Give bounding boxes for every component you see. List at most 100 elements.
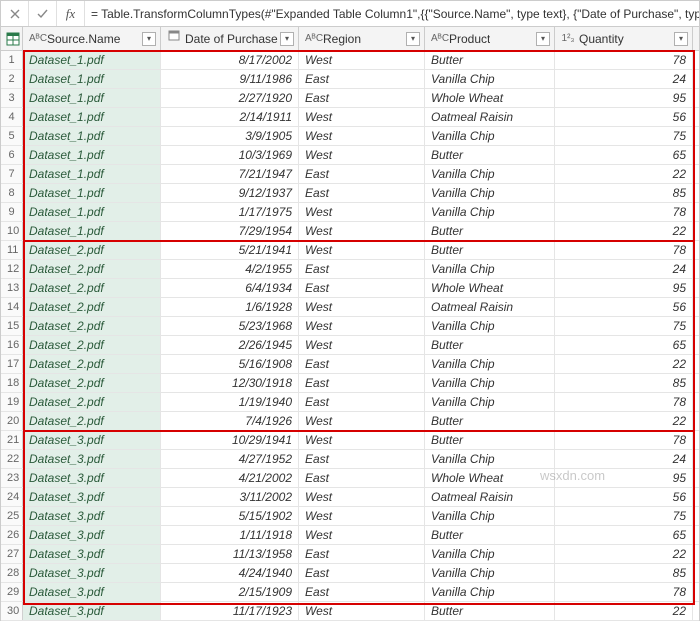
cell-source[interactable]: Dataset_1.pdf <box>23 184 161 202</box>
row-number[interactable]: 21 <box>1 431 23 449</box>
formula-cancel-button[interactable] <box>1 1 29 26</box>
row-number[interactable]: 20 <box>1 412 23 430</box>
cell-source[interactable]: Dataset_1.pdf <box>23 165 161 183</box>
row-number[interactable]: 3 <box>1 89 23 107</box>
cell-source[interactable]: Dataset_2.pdf <box>23 336 161 354</box>
table-row[interactable]: 20Dataset_2.pdf7/4/1926WestButter22 <box>1 412 699 431</box>
table-row[interactable]: 3Dataset_1.pdf2/27/1920EastWhole Wheat95 <box>1 89 699 108</box>
cell-date[interactable]: 7/29/1954 <box>161 222 299 240</box>
table-row[interactable]: 21Dataset_3.pdf10/29/1941WestButter78 <box>1 431 699 450</box>
cell-product[interactable]: Whole Wheat <box>425 279 555 297</box>
cell-region[interactable]: West <box>299 317 425 335</box>
row-number[interactable]: 19 <box>1 393 23 411</box>
cell-date[interactable]: 11/17/1923 <box>161 602 299 620</box>
cell-date[interactable]: 4/27/1952 <box>161 450 299 468</box>
cell-date[interactable]: 1/6/1928 <box>161 298 299 316</box>
cell-product[interactable]: Butter <box>425 602 555 620</box>
column-header-source[interactable]: AᴮC Source.Name ▾ <box>23 27 161 50</box>
cell-product[interactable]: Vanilla Chip <box>425 184 555 202</box>
filter-button[interactable]: ▾ <box>280 32 294 46</box>
cell-source[interactable]: Dataset_3.pdf <box>23 431 161 449</box>
row-number[interactable]: 6 <box>1 146 23 164</box>
row-number[interactable]: 9 <box>1 203 23 221</box>
filter-button[interactable]: ▾ <box>536 32 550 46</box>
cell-date[interactable]: 5/21/1941 <box>161 241 299 259</box>
cell-date[interactable]: 7/4/1926 <box>161 412 299 430</box>
cell-source[interactable]: Dataset_2.pdf <box>23 298 161 316</box>
cell-quantity[interactable]: 22 <box>555 602 693 620</box>
cell-quantity[interactable]: 22 <box>555 545 693 563</box>
cell-quantity[interactable]: 24 <box>555 450 693 468</box>
table-row[interactable]: 28Dataset_3.pdf4/24/1940EastVanilla Chip… <box>1 564 699 583</box>
cell-product[interactable]: Butter <box>425 431 555 449</box>
cell-product[interactable]: Whole Wheat <box>425 89 555 107</box>
cell-quantity[interactable]: 85 <box>555 564 693 582</box>
cell-region[interactable]: East <box>299 260 425 278</box>
cell-quantity[interactable]: 24 <box>555 70 693 88</box>
cell-quantity[interactable]: 95 <box>555 469 693 487</box>
row-number[interactable]: 8 <box>1 184 23 202</box>
row-number[interactable]: 27 <box>1 545 23 563</box>
cell-quantity[interactable]: 65 <box>555 146 693 164</box>
cell-product[interactable]: Butter <box>425 526 555 544</box>
cell-quantity[interactable]: 78 <box>555 393 693 411</box>
row-number[interactable]: 15 <box>1 317 23 335</box>
cell-date[interactable]: 2/27/1920 <box>161 89 299 107</box>
cell-quantity[interactable]: 22 <box>555 222 693 240</box>
filter-button[interactable]: ▾ <box>406 32 420 46</box>
row-number[interactable]: 12 <box>1 260 23 278</box>
table-row[interactable]: 9Dataset_1.pdf1/17/1975WestVanilla Chip7… <box>1 203 699 222</box>
cell-product[interactable]: Oatmeal Raisin <box>425 298 555 316</box>
cell-quantity[interactable]: 75 <box>555 127 693 145</box>
table-row[interactable]: 25Dataset_3.pdf5/15/1902WestVanilla Chip… <box>1 507 699 526</box>
cell-region[interactable]: West <box>299 431 425 449</box>
table-row[interactable]: 8Dataset_1.pdf9/12/1937EastVanilla Chip8… <box>1 184 699 203</box>
table-row[interactable]: 18Dataset_2.pdf12/30/1918EastVanilla Chi… <box>1 374 699 393</box>
cell-region[interactable]: East <box>299 374 425 392</box>
cell-date[interactable]: 1/11/1918 <box>161 526 299 544</box>
row-number[interactable]: 5 <box>1 127 23 145</box>
cell-quantity[interactable]: 78 <box>555 241 693 259</box>
table-row[interactable]: 5Dataset_1.pdf3/9/1905WestVanilla Chip75 <box>1 127 699 146</box>
cell-source[interactable]: Dataset_2.pdf <box>23 241 161 259</box>
cell-region[interactable]: West <box>299 203 425 221</box>
column-header-product[interactable]: AᴮC Product ▾ <box>425 27 555 50</box>
cell-source[interactable]: Dataset_1.pdf <box>23 51 161 69</box>
table-row[interactable]: 14Dataset_2.pdf1/6/1928WestOatmeal Raisi… <box>1 298 699 317</box>
cell-source[interactable]: Dataset_3.pdf <box>23 488 161 506</box>
cell-source[interactable]: Dataset_2.pdf <box>23 412 161 430</box>
cell-region[interactable]: West <box>299 336 425 354</box>
row-number[interactable]: 18 <box>1 374 23 392</box>
cell-date[interactable]: 8/17/2002 <box>161 51 299 69</box>
cell-region[interactable]: West <box>299 412 425 430</box>
cell-date[interactable]: 1/19/1940 <box>161 393 299 411</box>
table-row[interactable]: 22Dataset_3.pdf4/27/1952EastVanilla Chip… <box>1 450 699 469</box>
table-row[interactable]: 7Dataset_1.pdf7/21/1947EastVanilla Chip2… <box>1 165 699 184</box>
cell-quantity[interactable]: 65 <box>555 526 693 544</box>
cell-region[interactable]: East <box>299 165 425 183</box>
row-number[interactable]: 14 <box>1 298 23 316</box>
cell-region[interactable]: East <box>299 184 425 202</box>
cell-date[interactable]: 6/4/1934 <box>161 279 299 297</box>
cell-product[interactable]: Vanilla Chip <box>425 583 555 601</box>
cell-product[interactable]: Butter <box>425 336 555 354</box>
table-row[interactable]: 15Dataset_2.pdf5/23/1968WestVanilla Chip… <box>1 317 699 336</box>
cell-date[interactable]: 9/12/1937 <box>161 184 299 202</box>
cell-quantity[interactable]: 56 <box>555 108 693 126</box>
cell-region[interactable]: West <box>299 222 425 240</box>
cell-region[interactable]: East <box>299 89 425 107</box>
formula-input[interactable]: = Table.TransformColumnTypes(#"Expanded … <box>85 7 699 21</box>
table-row[interactable]: 6Dataset_1.pdf10/3/1969WestButter65 <box>1 146 699 165</box>
cell-region[interactable]: East <box>299 279 425 297</box>
cell-date[interactable]: 11/13/1958 <box>161 545 299 563</box>
cell-quantity[interactable]: 22 <box>555 355 693 373</box>
cell-date[interactable]: 1/17/1975 <box>161 203 299 221</box>
cell-quantity[interactable]: 78 <box>555 51 693 69</box>
table-row[interactable]: 11Dataset_2.pdf5/21/1941WestButter78 <box>1 241 699 260</box>
row-number[interactable]: 28 <box>1 564 23 582</box>
cell-product[interactable]: Vanilla Chip <box>425 564 555 582</box>
cell-source[interactable]: Dataset_1.pdf <box>23 203 161 221</box>
cell-product[interactable]: Vanilla Chip <box>425 507 555 525</box>
cell-quantity[interactable]: 75 <box>555 317 693 335</box>
cell-product[interactable]: Vanilla Chip <box>425 70 555 88</box>
